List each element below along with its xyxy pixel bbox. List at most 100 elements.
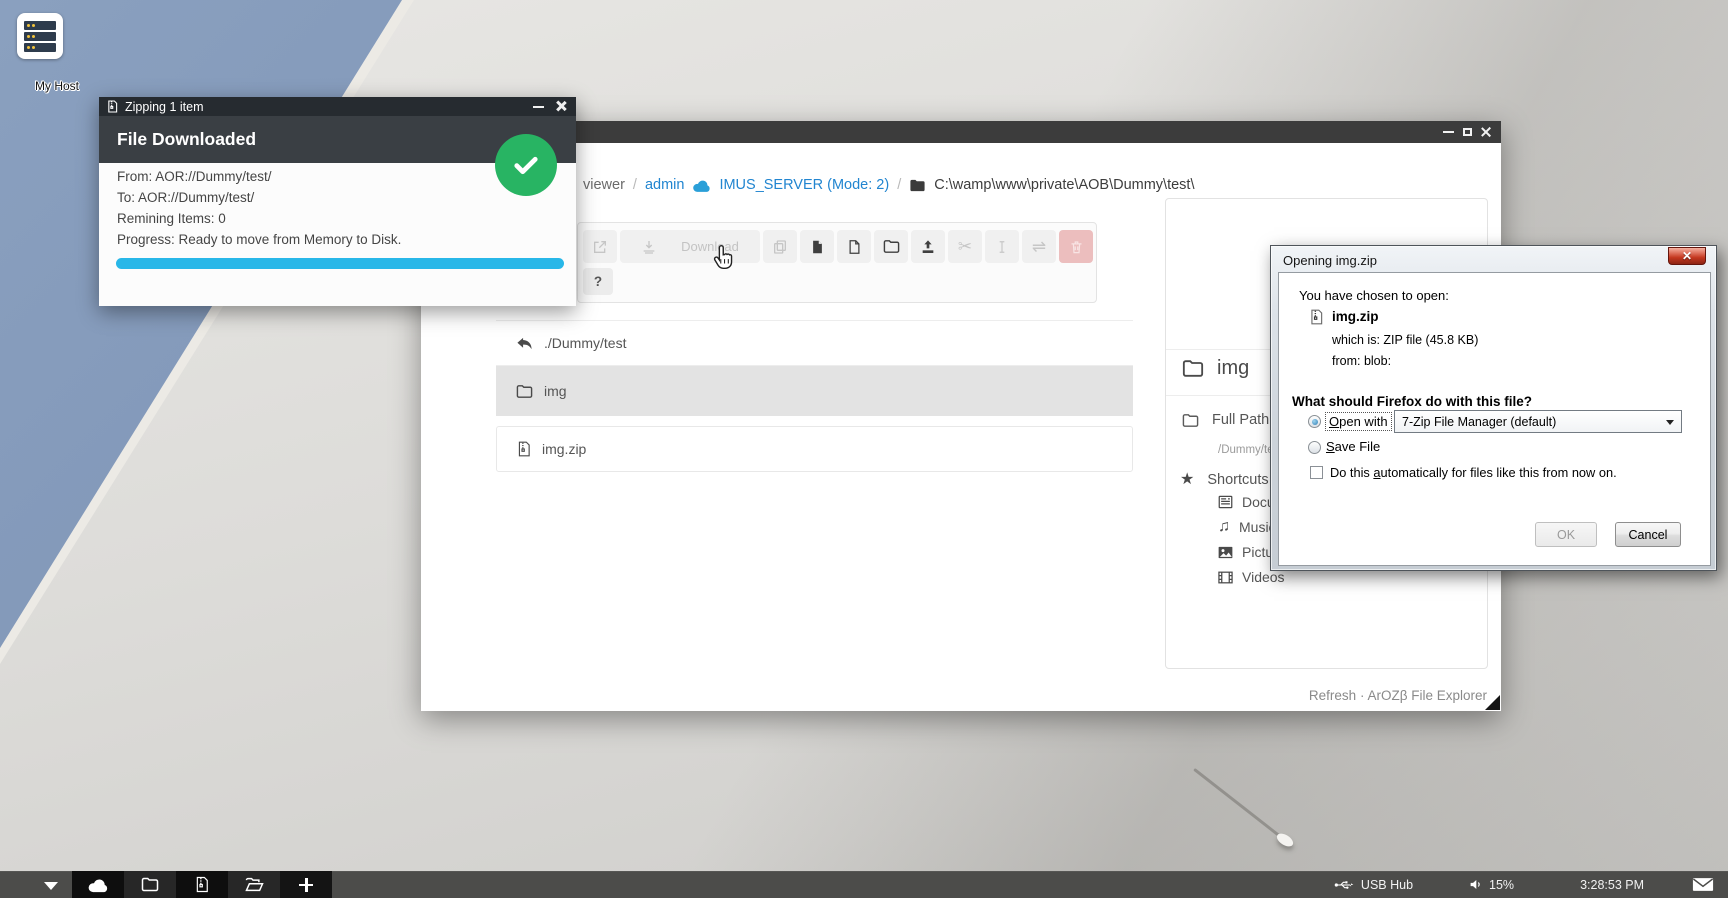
taskbar-add-app[interactable] <box>280 871 332 898</box>
taskbar-open-folder-app[interactable] <box>228 871 280 898</box>
folder-icon <box>909 178 926 193</box>
help-button[interactable]: ? <box>583 268 613 295</box>
taskbar-zip-app[interactable] <box>176 871 228 898</box>
cut-icon: ✂ <box>958 238 972 255</box>
ok-button[interactable]: OK <box>1535 522 1597 547</box>
zip-file-icon <box>107 100 118 113</box>
volume-status[interactable]: 15% <box>1469 878 1514 892</box>
do-automatically-checkbox[interactable] <box>1310 466 1323 479</box>
clock[interactable]: 3:28:53 PM <box>1580 878 1644 892</box>
cloud-icon <box>692 178 711 193</box>
minimize-icon[interactable] <box>1443 131 1454 133</box>
close-icon[interactable] <box>556 101 566 111</box>
dialog-filename: img.zip <box>1332 309 1379 324</box>
file-row-img-zip[interactable]: img.zip <box>496 426 1133 472</box>
taskbar: USB Hub 15% 3:28:53 PM <box>0 871 1728 898</box>
hand-cursor <box>712 243 736 271</box>
open-with-select[interactable]: 7-Zip File Manager (default) <box>1394 410 1682 433</box>
open-with-label[interactable]: Open with <box>1325 412 1392 431</box>
panel-selected-item: img <box>1182 357 1249 380</box>
dialog-question: What should Firefox do with this file? <box>1292 394 1532 409</box>
zip-from-line: From: AOR://Dummy/test/ <box>117 169 272 184</box>
file-name: img.zip <box>542 441 586 457</box>
cancel-button[interactable]: Cancel <box>1615 522 1681 547</box>
save-file-radio[interactable] <box>1308 441 1321 454</box>
folder-icon <box>1182 413 1199 428</box>
zip-file-icon <box>517 441 531 457</box>
download-button[interactable]: Download <box>620 230 760 263</box>
dialog-content: You have chosen to open: img.zip which i… <box>1278 272 1711 566</box>
explorer-footer: Refresh · ArOZβ File Explorer <box>1309 688 1487 703</box>
documents-icon <box>1218 495 1233 509</box>
file-row-img-folder[interactable]: img <box>496 366 1133 416</box>
close-icon[interactable]: ✕ <box>1668 247 1706 265</box>
shortcuts-label: Shortcuts <box>1207 472 1268 488</box>
brand-label: ArOZβ File Explorer <box>1367 688 1487 703</box>
new-file-button[interactable] <box>837 230 871 263</box>
swap-button[interactable]: ⇌ <box>1022 230 1056 263</box>
usb-status[interactable]: USB Hub <box>1334 878 1413 892</box>
zip-file-icon <box>195 876 209 893</box>
new-folder-button[interactable] <box>874 230 908 263</box>
zip-file-icon <box>1309 309 1324 325</box>
zipping-window: Zipping 1 item File Downloaded From: AOR… <box>99 97 576 306</box>
delete-button[interactable] <box>1059 230 1093 263</box>
full-path-row: Full Path <box>1182 412 1269 428</box>
dialog-title: Opening img.zip <box>1283 253 1377 268</box>
server-icon[interactable] <box>17 13 63 59</box>
breadcrumb-user[interactable]: admin <box>645 177 685 193</box>
zip-remaining-line: Remining Items: 0 <box>117 211 226 226</box>
plus-icon <box>299 878 313 892</box>
open-with-radio[interactable] <box>1308 415 1321 428</box>
folder-icon <box>141 877 159 892</box>
shortcut-videos[interactable]: Videos <box>1218 569 1285 585</box>
breadcrumb-viewer[interactable]: viewer <box>583 177 625 193</box>
refresh-link[interactable]: Refresh <box>1309 688 1356 703</box>
cloud-icon <box>87 877 109 893</box>
picture-icon <box>1218 546 1233 559</box>
caret-down-icon[interactable] <box>44 882 58 890</box>
zipping-title: Zipping 1 item <box>125 100 204 114</box>
do-automatically-label[interactable]: Do this automatically for files like thi… <box>1330 465 1617 480</box>
taskbar-cloud-app[interactable] <box>72 871 124 898</box>
back-arrow-icon <box>516 336 533 351</box>
rename-button[interactable] <box>985 230 1019 263</box>
copy-button[interactable] <box>763 230 797 263</box>
file-row-parent-dir[interactable]: ./Dummy/test <box>496 320 1133 366</box>
minimize-icon[interactable] <box>533 106 544 108</box>
swap-icon: ⇌ <box>1032 238 1046 255</box>
panel-title: img <box>1217 357 1249 380</box>
explorer-titlebar[interactable] <box>421 121 1501 143</box>
dialog-from: from: blob: <box>1332 354 1391 368</box>
open-button[interactable] <box>583 230 617 263</box>
mail-icon[interactable] <box>1692 877 1714 892</box>
opening-file-dialog: Opening img.zip ✕ You have chosen to ope… <box>1270 245 1717 571</box>
music-icon: ♫ <box>1218 519 1230 535</box>
taskbar-folder-app[interactable] <box>124 871 176 898</box>
dialog-intro: You have chosen to open: <box>1299 288 1449 303</box>
breadcrumb-server[interactable]: IMUS_SERVER (Mode: 2) <box>719 177 889 193</box>
breadcrumb: viewer / admin IMUS_SERVER (Mode: 2) / C… <box>583 177 1194 193</box>
save-file-label[interactable]: Save File <box>1326 439 1380 454</box>
paste-button[interactable] <box>800 230 834 263</box>
toolbar: Download ✂ ⇌ <box>577 222 1097 303</box>
upload-button[interactable] <box>911 230 945 263</box>
zipping-titlebar[interactable]: Zipping 1 item <box>99 97 576 116</box>
close-icon[interactable] <box>1481 127 1491 137</box>
star-icon: ★ <box>1180 472 1194 488</box>
folder-icon <box>516 384 533 399</box>
chevron-down-icon <box>1666 420 1674 425</box>
zip-progress-line: Progress: Ready to move from Memory to D… <box>117 232 401 247</box>
cut-button[interactable]: ✂ <box>948 230 982 263</box>
maximize-icon[interactable] <box>1463 128 1472 136</box>
full-path-label: Full Path <box>1212 412 1269 428</box>
breadcrumb-path[interactable]: C:\wamp\www\private\AOB\Dummy\test\ <box>934 177 1194 193</box>
usb-icon <box>1334 879 1354 891</box>
combo-value: 7-Zip File Manager (default) <box>1402 415 1556 429</box>
shortcut-music[interactable]: ♫ Music <box>1218 519 1276 535</box>
success-check-icon <box>495 134 557 196</box>
resize-handle[interactable] <box>1485 695 1500 710</box>
open-folder-icon <box>245 877 264 892</box>
shortcuts-row: ★ Shortcuts <box>1180 472 1269 488</box>
file-name: ./Dummy/test <box>544 335 626 351</box>
